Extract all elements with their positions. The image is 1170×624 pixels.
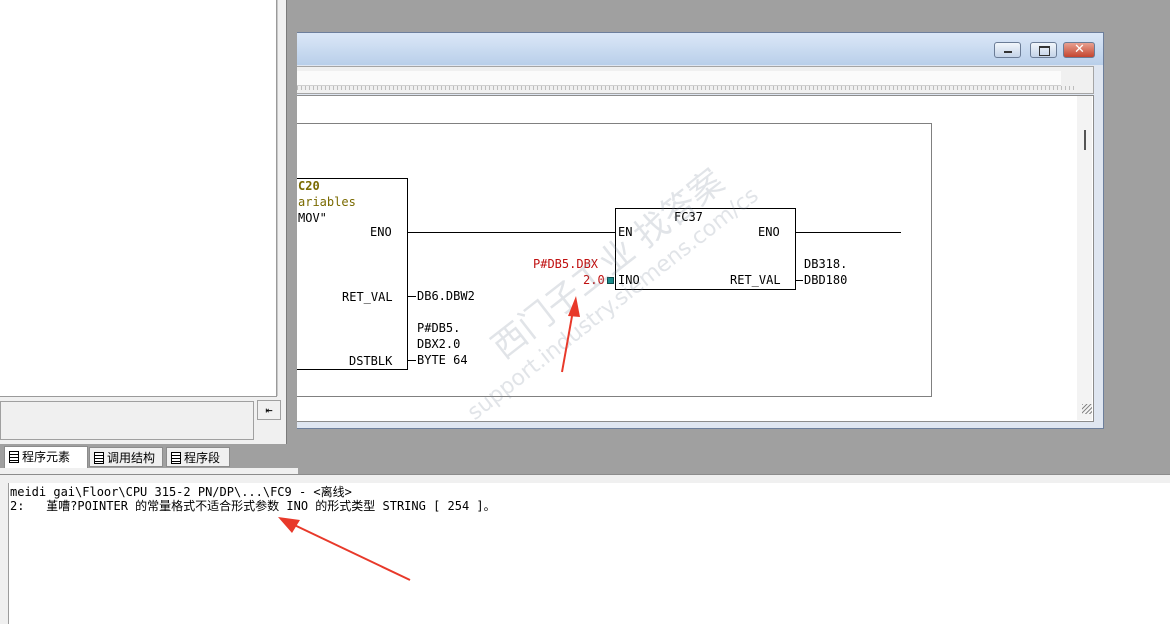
annotation-arrows [278, 296, 580, 581]
arrow-to-error [278, 517, 411, 581]
arrow-to-ino [561, 296, 580, 373]
